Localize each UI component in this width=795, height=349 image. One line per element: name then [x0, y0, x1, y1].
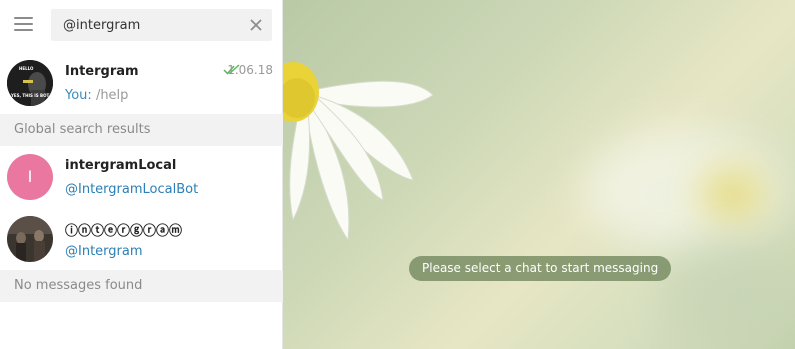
blurred-flower-center: [703, 170, 763, 220]
hamburger-menu-icon[interactable]: [14, 17, 33, 31]
global-result-item[interactable]: ⓘⓝⓣⓔⓡⓖⓡⓐⓜ @Intergram: [0, 210, 283, 266]
chat-title: Intergram: [65, 64, 139, 79]
chat-preview-sender: You:: [65, 88, 92, 103]
result-title: intergramLocal: [65, 158, 177, 173]
blurred-stem-area: [663, 240, 793, 349]
sidebar: HELLO YES, THIS IS BOT Intergram 1.06.18…: [0, 0, 283, 349]
photo-avatar-icon: [7, 216, 53, 262]
result-username: @Intergram: [65, 244, 143, 259]
search-input[interactable]: [51, 9, 236, 41]
search-box[interactable]: [51, 9, 272, 41]
avatar: [7, 216, 53, 262]
close-icon[interactable]: [248, 17, 264, 33]
global-result-item[interactable]: I intergramLocal @IntergramLocalBot: [0, 148, 283, 204]
chat-date: 1.06.18: [227, 63, 273, 77]
global-search-header: Global search results: [0, 114, 283, 146]
select-chat-placeholder: Please select a chat to start messaging: [409, 256, 672, 281]
chat-item-intergram[interactable]: HELLO YES, THIS IS BOT Intergram 1.06.18…: [0, 54, 283, 110]
avatar: HELLO YES, THIS IS BOT: [7, 60, 53, 106]
chat-preview-text: /help: [95, 88, 129, 103]
messages-search-header: No messages found: [0, 270, 283, 302]
chat-preview: You: /help: [65, 88, 128, 103]
sidebar-topbar: [0, 0, 282, 52]
result-username: @IntergramLocalBot: [65, 182, 199, 197]
avatar-caption-top: HELLO: [19, 66, 34, 71]
avatar: I: [7, 154, 53, 200]
avatar-caption-bottom: YES, THIS IS BOT: [11, 93, 50, 98]
result-title: ⓘⓝⓣⓔⓡⓖⓡⓐⓜ: [65, 224, 183, 239]
chat-background: Please select a chat to start messaging: [283, 0, 795, 349]
